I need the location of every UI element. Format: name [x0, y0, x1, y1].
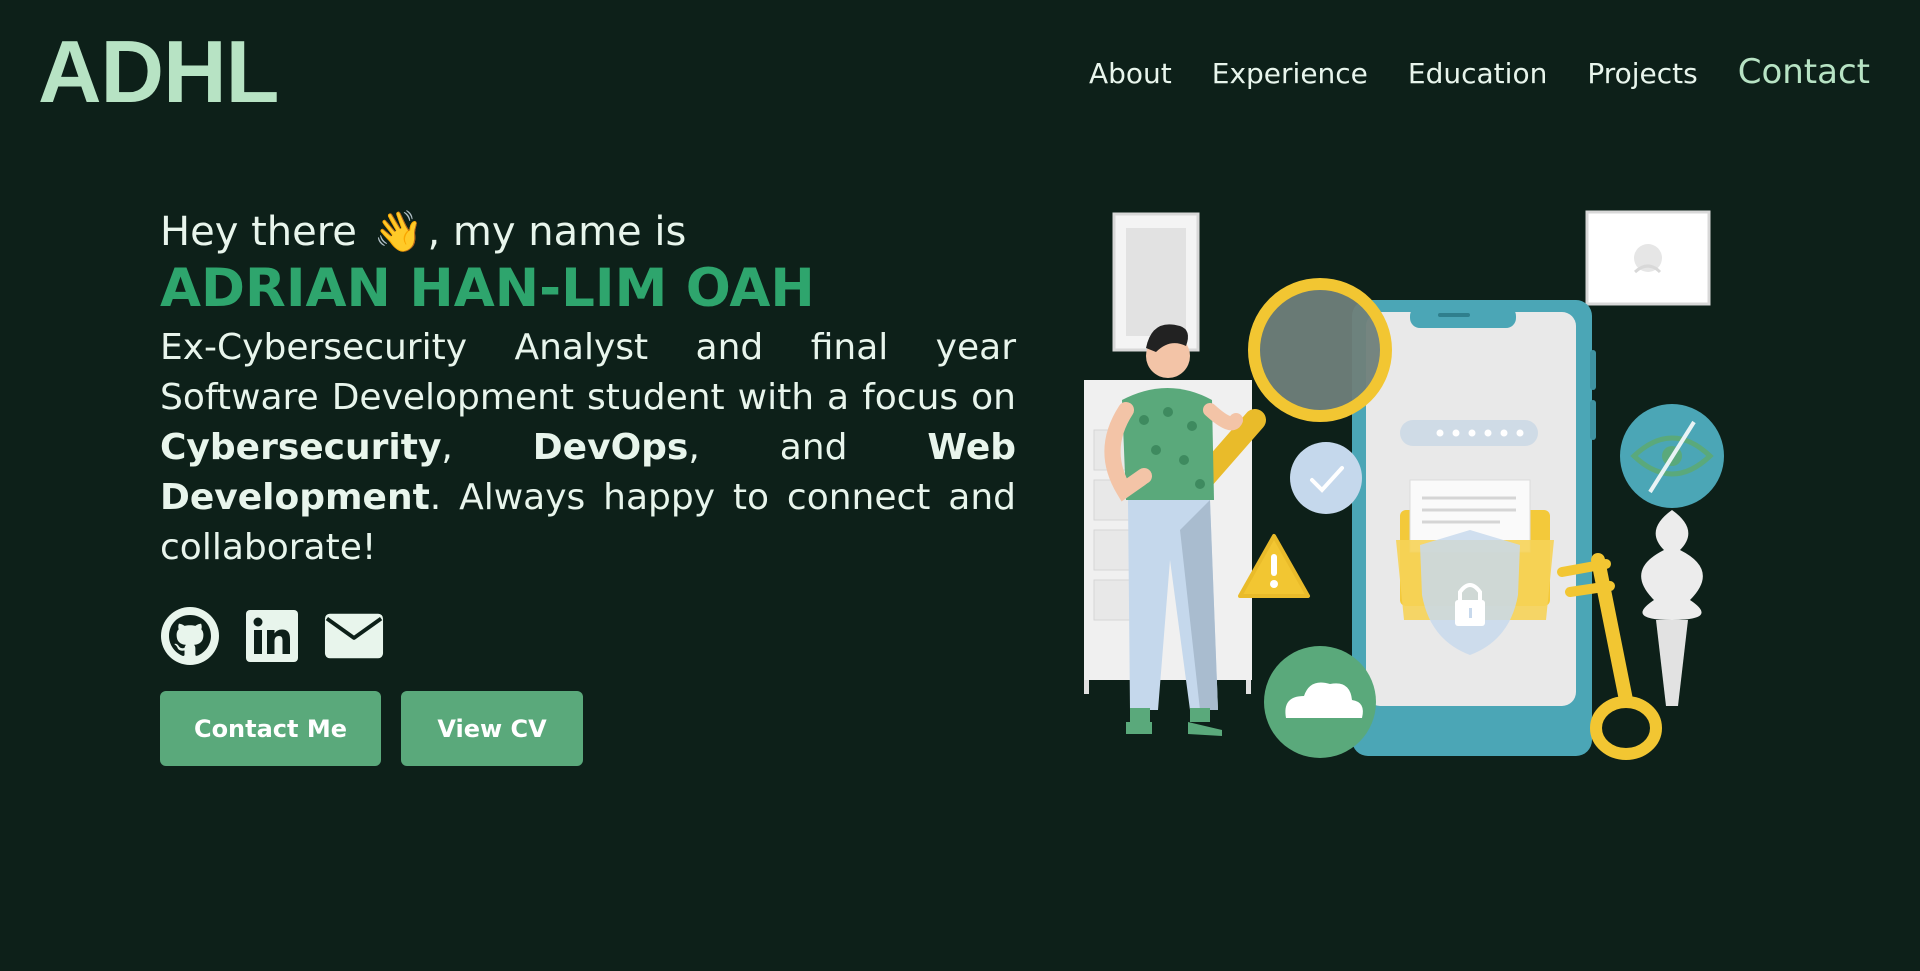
linkedin-icon[interactable]	[242, 606, 302, 666]
nav-experience[interactable]: Experience	[1212, 57, 1368, 90]
check-bubble-icon	[1290, 442, 1362, 514]
github-icon[interactable]	[160, 606, 220, 666]
view-cv-button[interactable]: View CV	[401, 691, 583, 766]
hero-illustration	[1060, 200, 1740, 780]
wave-emoji: 👋	[373, 209, 424, 255]
bio-highlight-cybersecurity: Cybersecurity	[160, 427, 442, 468]
picture-frame-right	[1585, 210, 1711, 306]
plant	[1641, 510, 1703, 706]
cta-buttons: Contact Me View CV	[160, 691, 583, 766]
greeting-prefix: Hey there	[160, 209, 357, 255]
hero-name: ADRIAN HAN-LIM OAH	[160, 258, 815, 319]
nav-contact[interactable]: Contact	[1738, 52, 1870, 92]
greeting-suffix: , my name is	[427, 209, 687, 255]
bio-text: Ex-Cybersecurity Analyst and final year …	[160, 327, 1016, 418]
bio-text: , and	[688, 427, 928, 468]
contact-me-button[interactable]: Contact Me	[160, 691, 381, 766]
bio-text: ,	[441, 427, 533, 468]
cloud-icon	[1264, 646, 1376, 758]
main-nav: About Experience Education Projects Cont…	[1089, 52, 1870, 92]
bio-highlight-devops: DevOps	[532, 427, 689, 468]
hero-section: Hey there 👋, my name is ADRIAN HAN-LIM O…	[160, 205, 1016, 573]
greeting: Hey there 👋, my name is	[160, 205, 1016, 259]
site-logo[interactable]: ADHL	[38, 28, 279, 116]
nav-education[interactable]: Education	[1408, 57, 1547, 90]
eye-icon	[1620, 404, 1724, 508]
nav-about[interactable]: About	[1089, 57, 1172, 90]
email-icon[interactable]	[324, 606, 384, 666]
hero-bio: Ex-Cybersecurity Analyst and final year …	[160, 323, 1016, 573]
nav-projects[interactable]: Projects	[1587, 57, 1697, 90]
social-links	[160, 606, 384, 666]
